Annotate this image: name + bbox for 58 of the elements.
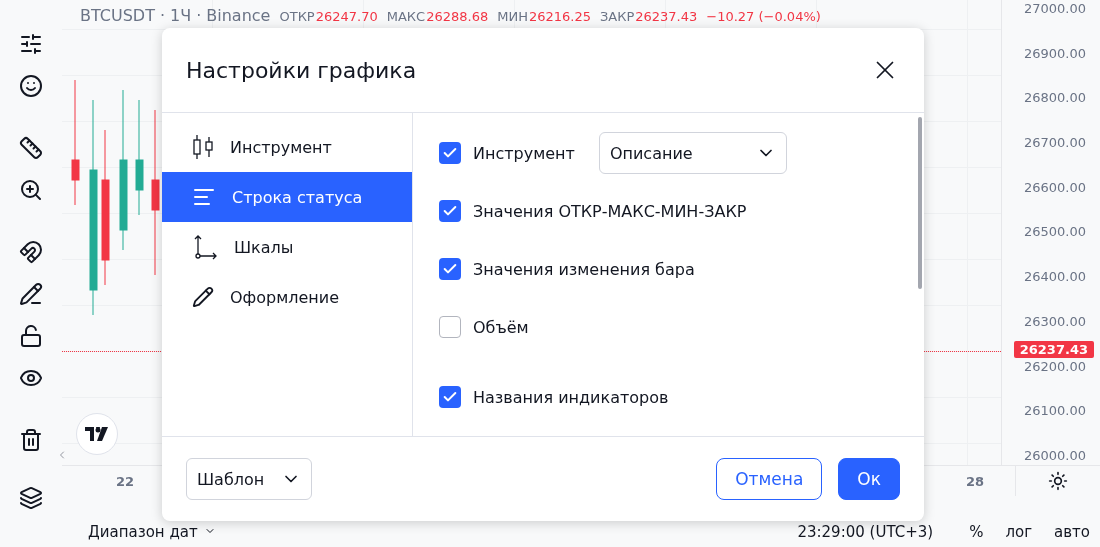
separator: · — [159, 6, 166, 25]
date-range-button[interactable]: Диапазон дат — [88, 522, 216, 541]
symbol-info: Binance — [206, 6, 271, 25]
scrollbar-thumb[interactable] — [918, 117, 922, 289]
settings-tab[interactable]: Строка статуса — [162, 172, 412, 222]
axes-icon — [192, 234, 218, 260]
symbol-info: 1Ч — [170, 6, 192, 25]
price-tick: 26100.00 — [1023, 402, 1086, 421]
separator: · — [196, 6, 202, 25]
checkbox[interactable] — [439, 200, 461, 222]
option-label: Названия индикаторов — [473, 387, 669, 407]
price-tick: 26700.00 — [1023, 134, 1086, 153]
ohlc-value: 26237.43 — [635, 9, 698, 24]
pencil-icon — [192, 286, 214, 308]
dialog-title: Настройки графика — [186, 57, 417, 83]
checkbox[interactable] — [439, 142, 461, 164]
option-label: Значения ОТКР-МАКС-МИН-ЗАКР — [473, 201, 747, 221]
checkbox[interactable] — [439, 386, 461, 408]
candles-icon — [192, 134, 214, 160]
price-tick: 26800.00 — [1023, 89, 1086, 108]
price-tick: 26400.00 — [1023, 268, 1086, 287]
settings-tab[interactable]: Оформление — [162, 272, 412, 322]
price-tick: 26600.00 — [1023, 178, 1086, 197]
symbol-info: BTCUSDT — [80, 6, 155, 25]
price-tick: 26200.00 — [1023, 357, 1086, 376]
price-tick: 26500.00 — [1023, 223, 1086, 242]
option-label: Значения изменения бара — [473, 259, 695, 279]
last-price-label: 26237.43 — [1013, 341, 1094, 358]
settings-tab[interactable]: Инструмент — [162, 122, 412, 172]
ok-button[interactable]: Ок — [838, 458, 900, 500]
ohlc-value: 26247.70 — [315, 9, 378, 24]
price-tick: 26900.00 — [1023, 44, 1086, 63]
time-tick: 22 — [116, 473, 135, 489]
ohlc-label: МАКС — [386, 9, 426, 24]
ohlc-value: 26288.68 — [426, 9, 489, 24]
ohlc-label: ЗАКР — [599, 9, 635, 24]
time-label: 23:29:00 (UTC+3) — [797, 522, 934, 541]
ohlc-label: МИН — [497, 9, 528, 24]
time-tick: 28 — [966, 473, 985, 489]
logo-icon[interactable] — [76, 413, 118, 455]
checkbox[interactable] — [439, 258, 461, 280]
template-select[interactable]: Шаблон — [186, 458, 312, 500]
scale-mode-button[interactable]: лог — [1005, 522, 1033, 541]
settings-tab[interactable]: Шкалы — [162, 222, 412, 272]
ohlc-value: 26216.25 — [528, 9, 591, 24]
option-label: Объём — [473, 317, 529, 337]
option-label: Инструмент — [473, 143, 575, 163]
price-tick: 27000.00 — [1023, 0, 1086, 18]
change-value: −10.27 (−0.04%) — [706, 9, 821, 24]
ohlc-label: ОТКР — [279, 9, 315, 24]
scale-mode-button[interactable]: авто — [1054, 522, 1090, 541]
checkbox[interactable] — [439, 316, 461, 338]
price-tick: 26000.00 — [1023, 446, 1086, 465]
description-select[interactable]: Описание — [598, 132, 787, 174]
scale-mode-button[interactable]: % — [969, 522, 984, 541]
price-tick: 26300.00 — [1023, 312, 1086, 331]
cancel-button[interactable]: Отмена — [716, 458, 823, 500]
settings-icon[interactable] — [1048, 471, 1068, 491]
